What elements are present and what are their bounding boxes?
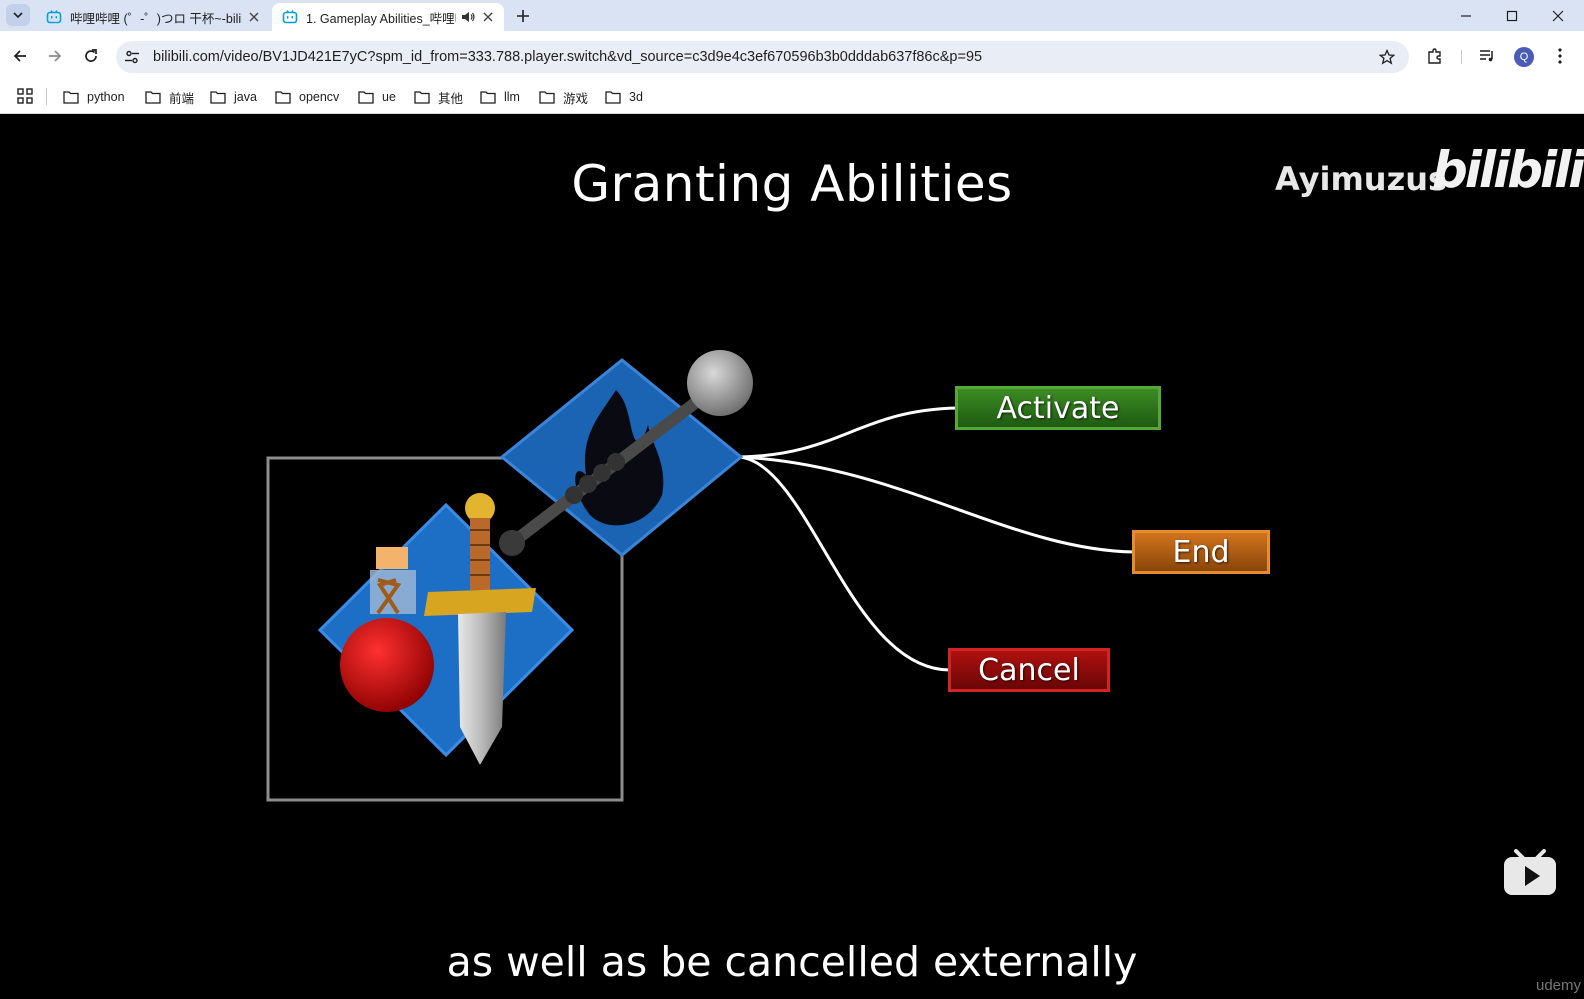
connector-cancel: [739, 455, 951, 672]
bookmark-folder-ue[interactable]: ue: [358, 85, 396, 109]
connector-end: [739, 455, 1135, 554]
media-queue-icon: [1480, 50, 1493, 62]
bookmark-label: 其他: [438, 91, 464, 106]
media-control-button[interactable]: [1476, 45, 1498, 67]
ability-diagram: [266, 350, 1135, 802]
state-end: End: [1132, 530, 1270, 574]
folder-icon: [539, 91, 555, 104]
folder-icon: [210, 91, 226, 104]
apps-grid-icon[interactable]: [16, 87, 34, 105]
profile-avatar[interactable]: Q: [1514, 47, 1534, 67]
bookmark-folder-games[interactable]: 游戏: [539, 85, 588, 109]
bookmark-folder-opencv[interactable]: opencv: [275, 85, 339, 109]
bookmark-label: ue: [382, 90, 396, 104]
plus-icon: [517, 10, 529, 22]
bookmark-folder-llm[interactable]: llm: [480, 85, 520, 109]
toolbar-divider: [1461, 50, 1462, 64]
bookmark-label: opencv: [299, 90, 340, 104]
forward-button[interactable]: [43, 44, 67, 68]
bookmark-folder-java[interactable]: java: [210, 85, 257, 109]
folder-icon: [275, 91, 291, 104]
browser-toolbar: bilibili.com/video/BV1JD421E7yC?spm_id_f…: [0, 31, 1584, 81]
more-vertical-icon: [1558, 48, 1562, 64]
close-icon: [249, 12, 259, 22]
bookmarks-bar: python 前端 java opencv ue 其他 llm 游戏 3d: [0, 81, 1584, 114]
folder-icon: [358, 91, 374, 104]
video-subtitle: as well as be cancelled externally: [446, 938, 1138, 986]
folder-icon: [145, 91, 161, 104]
bilibili-favicon-icon: [282, 10, 298, 24]
close-icon: [1552, 10, 1564, 21]
arrow-right-icon: [49, 50, 62, 62]
bookmarks-divider: [46, 88, 47, 105]
speaker-icon[interactable]: [460, 9, 476, 25]
tab-gameplay-abilities[interactable]: 1. Gameplay Abilities_哔哩哔哩_bilibili: [272, 3, 504, 31]
state-activate: Activate: [955, 386, 1161, 430]
puzzle-icon: [1428, 48, 1441, 64]
bookmark-star-icon[interactable]: [1379, 49, 1395, 65]
state-connectors: [739, 406, 1135, 672]
tab-title: 哔哩哔哩 (゜-゜)つロ 干杯~-bilibili: [70, 11, 242, 26]
browser-menu-button[interactable]: [1549, 45, 1571, 67]
bookmark-label: java: [234, 90, 257, 104]
extensions-button[interactable]: [1424, 45, 1446, 67]
close-icon: [483, 12, 493, 22]
new-tab-button[interactable]: [512, 5, 534, 27]
site-settings-icon[interactable]: [124, 49, 140, 65]
bookmark-folder-other[interactable]: 其他: [414, 85, 463, 109]
maximize-button[interactable]: [1489, 0, 1535, 31]
folder-icon: [480, 91, 496, 104]
minimize-icon: [1461, 14, 1471, 17]
tab-strip: 哔哩哔哩 (゜-゜)つロ 干杯~-bilibili 1. Gameplay Ab…: [0, 0, 1584, 31]
folder-icon: [63, 91, 79, 104]
folder-icon: [605, 91, 621, 104]
address-bar[interactable]: bilibili.com/video/BV1JD421E7yC?spm_id_f…: [116, 41, 1409, 73]
video-player[interactable]: Granting Abilities Ayimuzus bilibili Act…: [0, 115, 1584, 999]
chevron-down-icon: [13, 12, 23, 19]
close-window-button[interactable]: [1535, 0, 1581, 31]
bilibili-play-icon[interactable]: [1502, 849, 1558, 897]
bookmark-folder-frontend[interactable]: 前端: [145, 85, 194, 109]
tab-close-button[interactable]: [480, 9, 496, 25]
folder-icon: [414, 91, 430, 104]
bookmark-folder-3d[interactable]: 3d: [605, 85, 643, 109]
url-text[interactable]: bilibili.com/video/BV1JD421E7yC?spm_id_f…: [153, 41, 982, 73]
reload-button[interactable]: [79, 44, 103, 68]
bookmark-label: 游戏: [563, 91, 589, 106]
browser-window: 哔哩哔哩 (゜-゜)つロ 干杯~-bilibili 1. Gameplay Ab…: [0, 0, 1584, 999]
udemy-watermark: udemy: [1536, 977, 1582, 994]
tab-bilibili-home[interactable]: 哔哩哔哩 (゜-゜)つロ 干杯~-bilibili: [36, 3, 270, 31]
connector-activate: [739, 406, 958, 459]
bookmark-folder-python[interactable]: python: [63, 85, 125, 109]
bookmark-label: python: [87, 90, 125, 104]
minimize-button[interactable]: [1443, 0, 1489, 31]
bookmark-label: 3d: [629, 90, 643, 104]
back-button[interactable]: [8, 44, 32, 68]
tab-search-button[interactable]: [6, 4, 30, 26]
bilibili-favicon-icon: [46, 10, 62, 24]
tab-title: 1. Gameplay Abilities_哔哩哔哩_bilibili: [306, 11, 456, 26]
maximize-icon: [1506, 10, 1518, 21]
state-cancel: Cancel: [948, 648, 1110, 692]
bookmark-label: 前端: [169, 91, 195, 106]
bookmark-label: llm: [504, 90, 520, 104]
reload-icon: [85, 49, 97, 62]
tab-close-button[interactable]: [246, 9, 262, 25]
arrow-left-icon: [13, 50, 26, 62]
